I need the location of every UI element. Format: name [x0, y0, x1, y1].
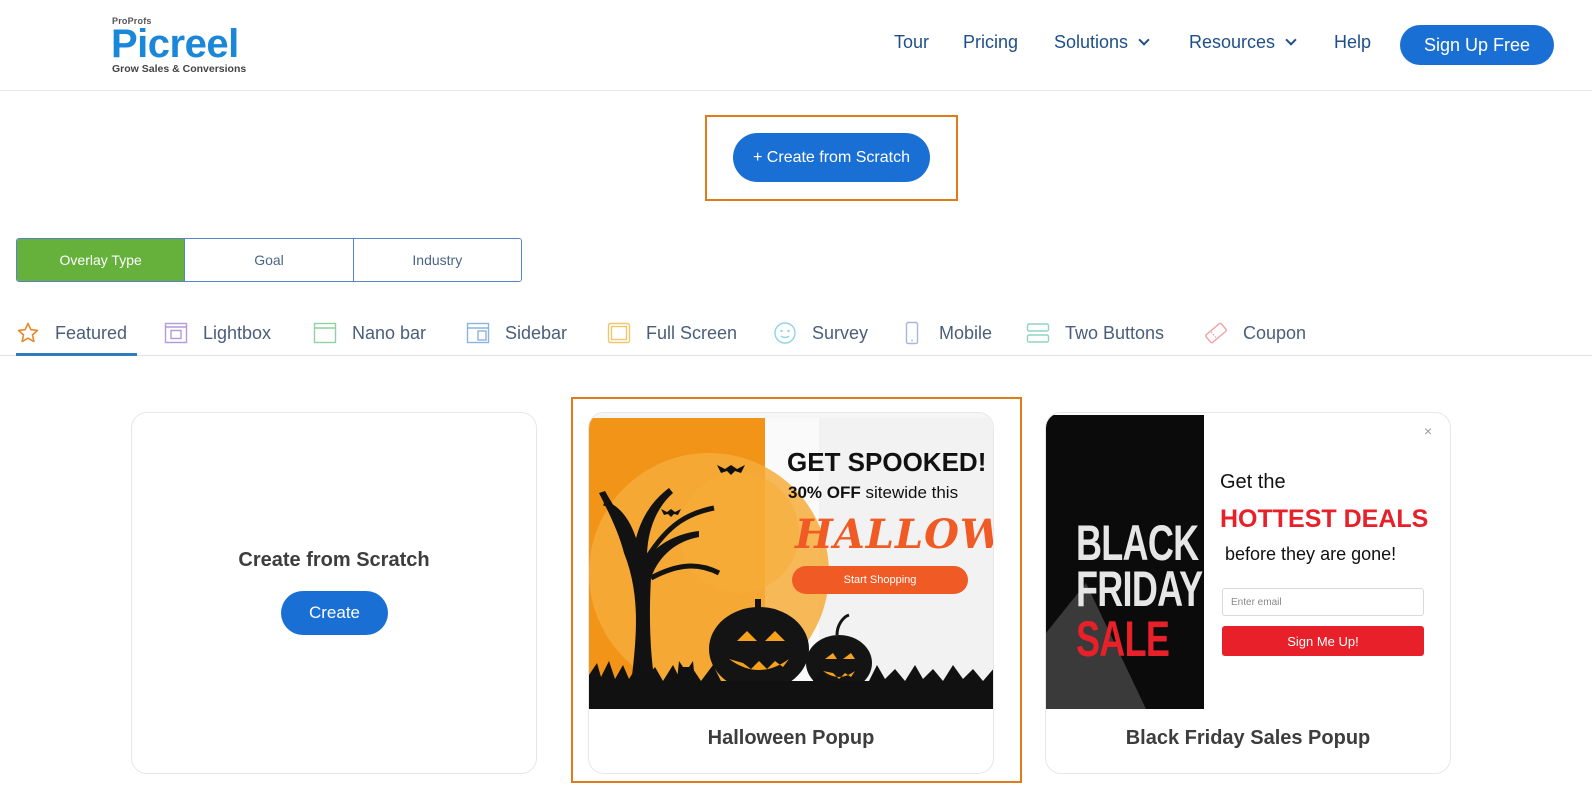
- chevron-down-icon: [1138, 34, 1150, 46]
- tabs-divider: [0, 355, 1592, 356]
- start-shopping-button[interactable]: Start Shopping: [792, 566, 968, 594]
- nav-pricing-label: Pricing: [963, 32, 1019, 52]
- picreel-logo[interactable]: ProProfs Picreel Grow Sales & Conversion…: [111, 16, 271, 76]
- tab-featured[interactable]: Featured: [16, 320, 127, 346]
- tab-mobile-label: Mobile: [939, 322, 993, 343]
- nav-tour-label: Tour: [894, 32, 930, 52]
- coupon-icon: [1204, 321, 1228, 345]
- black-friday-line2: HOTTEST DEALS: [1220, 505, 1429, 533]
- tab-sidebar-label: Sidebar: [505, 322, 568, 343]
- tab-coupon[interactable]: Coupon: [1204, 320, 1306, 346]
- tab-nano-bar-label: Nano bar: [352, 322, 427, 343]
- card-halloween-popup[interactable]: GET SPOOKED! 30% OFF sitewide this HALLO…: [588, 412, 994, 774]
- black-friday-line1: Get the: [1220, 471, 1286, 493]
- card-scratch-title: Create from Scratch: [238, 549, 430, 571]
- nav-resources[interactable]: Resources: [1189, 32, 1297, 53]
- email-field[interactable]: Enter email: [1222, 588, 1424, 616]
- tab-full-screen-label: Full Screen: [646, 322, 738, 343]
- filter-segmented-control: Overlay Type Goal Industry: [16, 238, 522, 282]
- tab-two-buttons[interactable]: Two Buttons: [1026, 320, 1164, 346]
- tab-lightbox[interactable]: Lightbox: [164, 320, 271, 346]
- sign-me-up-button[interactable]: Sign Me Up!: [1222, 626, 1424, 656]
- close-icon[interactable]: ×: [1424, 423, 1432, 439]
- two-buttons-icon: [1026, 321, 1050, 345]
- nav-help[interactable]: Help: [1334, 32, 1371, 53]
- chevron-down-icon: [1285, 34, 1297, 46]
- site-header: ProProfs Picreel Grow Sales & Conversion…: [0, 0, 1592, 91]
- tab-nano-bar[interactable]: Nano bar: [313, 320, 426, 346]
- active-tab-indicator: [16, 353, 137, 356]
- black-friday-preview: BLACK FRIDAY SALE × Get the HOTTEST DEAL…: [1046, 413, 1450, 709]
- halloween-script-text: HALLOWEEN: [795, 511, 993, 558]
- tab-featured-label: Featured: [55, 322, 128, 343]
- tab-two-buttons-label: Two Buttons: [1065, 322, 1165, 343]
- segment-industry[interactable]: Industry: [352, 239, 521, 281]
- tab-survey-label: Survey: [812, 322, 869, 343]
- tab-sidebar[interactable]: Sidebar: [466, 320, 567, 346]
- black-friday-left-line3: SALE: [1076, 611, 1170, 667]
- halloween-preview: GET SPOOKED! 30% OFF sitewide this HALLO…: [589, 413, 993, 709]
- halloween-offer-rest: sitewide this: [865, 483, 959, 502]
- sign-up-free-button[interactable]: Sign Up Free: [1400, 25, 1554, 65]
- nav-resources-label: Resources: [1189, 32, 1276, 52]
- nav-help-label: Help: [1334, 32, 1372, 52]
- nav-pricing[interactable]: Pricing: [963, 32, 1018, 53]
- create-from-scratch-button[interactable]: + Create from Scratch: [733, 133, 930, 182]
- card-black-friday-title: Black Friday Sales Popup: [1125, 727, 1371, 749]
- tab-mobile[interactable]: Mobile: [900, 320, 992, 346]
- halloween-offer-bold: 30% OFF: [788, 483, 861, 502]
- nav-solutions-label: Solutions: [1054, 32, 1129, 52]
- survey-icon: [773, 321, 797, 345]
- card-create-from-scratch[interactable]: Create from Scratch Create: [131, 412, 537, 774]
- segment-goal[interactable]: Goal: [184, 239, 353, 281]
- tab-survey[interactable]: Survey: [773, 320, 868, 346]
- logo-tagline: Grow Sales & Conversions: [112, 63, 247, 75]
- halloween-offer: 30% OFF sitewide this: [788, 483, 958, 503]
- star-icon: [16, 321, 40, 345]
- sidebar-icon: [466, 321, 490, 345]
- black-friday-line3: before they are gone!: [1225, 544, 1397, 564]
- create-button[interactable]: Create: [281, 591, 388, 635]
- lightbox-icon: [164, 321, 188, 345]
- nav-solutions[interactable]: Solutions: [1054, 32, 1150, 53]
- nano-bar-icon: [313, 321, 337, 345]
- halloween-headline: GET SPOOKED!: [787, 447, 987, 477]
- card-halloween-title: Halloween Popup: [707, 727, 875, 749]
- nav-tour[interactable]: Tour: [894, 32, 929, 53]
- tab-full-screen[interactable]: Full Screen: [607, 320, 737, 346]
- card-black-friday-popup[interactable]: BLACK FRIDAY SALE × Get the HOTTEST DEAL…: [1045, 412, 1451, 774]
- mobile-icon: [900, 321, 924, 345]
- black-friday-left-line1: BLACK: [1076, 515, 1199, 571]
- tab-lightbox-label: Lightbox: [203, 322, 272, 343]
- page: ProProfs Picreel Grow Sales & Conversion…: [0, 0, 1592, 807]
- logo-wordmark: Picreel: [111, 22, 239, 66]
- black-friday-left-line2: FRIDAY: [1076, 561, 1203, 617]
- tab-coupon-label: Coupon: [1243, 322, 1307, 343]
- segment-overlay-type[interactable]: Overlay Type: [17, 239, 185, 281]
- full-screen-icon: [607, 321, 631, 345]
